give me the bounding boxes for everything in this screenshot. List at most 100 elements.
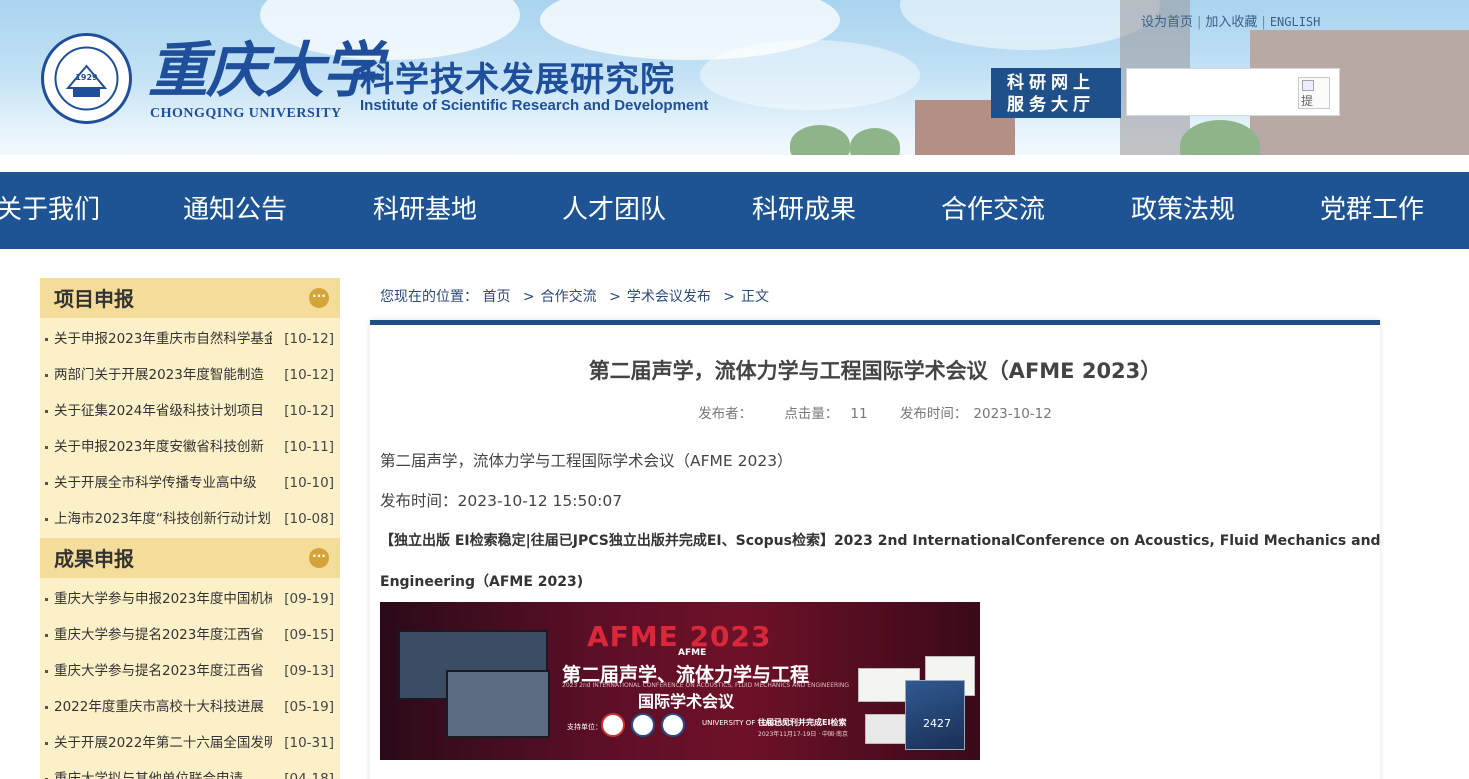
list-item-date: [10-12] <box>284 403 334 419</box>
list-item-title[interactable]: 重庆大学参与提名2023年度江西省 <box>54 617 272 653</box>
divider: | <box>1261 15 1266 30</box>
add-favorite-link[interactable]: 加入收藏 <box>1205 15 1257 30</box>
bullet-icon <box>45 518 48 521</box>
banner-ei-text: 往届已见刊并完成EI检索 <box>758 718 847 727</box>
service-hall-line2: 服务大厅 <box>1007 95 1095 115</box>
list-item[interactable]: 重庆大学参与提名2023年度江西省 [09-13] <box>40 653 340 689</box>
nav-item-cooperation[interactable]: 合作交流 <box>941 172 1045 249</box>
list-item-title[interactable]: 关于申报2023年度安徽省科技创新 <box>54 429 272 465</box>
list-item-title[interactable]: 关于征集2024年省级科技计划项目 <box>54 393 272 429</box>
list-item-date: [09-13] <box>284 663 334 679</box>
banner-title-cn-2: 国际学术会议 <box>638 692 735 711</box>
list-item-title[interactable]: 关于申报2023年重庆市自然科学基金 <box>54 321 272 357</box>
cloud-decoration <box>700 40 920 110</box>
list-item-date: [10-12] <box>284 331 334 347</box>
sponsor-logo-icon <box>601 713 625 737</box>
nav-item-talent-teams[interactable]: 人才团队 <box>562 172 666 249</box>
svg-text:1929: 1929 <box>75 73 98 82</box>
meta-time-label: 发布时间： <box>899 406 968 422</box>
list-item-title[interactable]: 重庆大学参与提名2023年度江西省 <box>54 653 272 689</box>
list-item[interactable]: 上海市2023年度“科技创新行动计划 [10-08] <box>40 501 340 537</box>
sidebar-title: 项目申报 <box>54 287 134 311</box>
breadcrumb-current[interactable]: 正文 <box>741 289 769 305</box>
list-item-date: [10-10] <box>284 475 334 491</box>
list-item[interactable]: 关于申报2023年重庆市自然科学基金 [10-12] <box>40 321 340 357</box>
research-service-hall-button[interactable]: 科研网上 服务大厅 <box>991 68 1121 118</box>
nav-item-research-results[interactable]: 科研成果 <box>752 172 856 249</box>
list-item[interactable]: 重庆大学参与提名2023年度江西省 [09-15] <box>40 617 340 653</box>
sidebar-list: 关于申报2023年重庆市自然科学基金 [10-12] 两部门关于开展2023年度智… <box>40 318 340 537</box>
list-item[interactable]: 关于申报2023年度安徽省科技创新 [10-11] <box>40 429 340 465</box>
header-bottom-strip <box>0 155 1469 172</box>
meta-publisher-label: 发布者： <box>698 406 753 422</box>
article: 第二届声学，流体力学与工程国际学术会议（AFME 2023） 发布者： 点击量：… <box>370 320 1381 779</box>
conference-banner-image: AFME 2023 AFME 第二届声学、流体力学与工程 2023 2nd IN… <box>380 602 980 760</box>
bullet-icon <box>45 598 48 601</box>
breadcrumb: 您现在的位置： 首页 > 合作交流 > 学术会议发布 > 正文 <box>380 286 769 306</box>
top-links: 设为首页 | 加入收藏 | ENGLISH <box>1141 11 1320 30</box>
list-item-title[interactable]: 上海市2023年度“科技创新行动计划 <box>54 501 272 537</box>
main-nav: 关于我们 通知公告 科研基地 人才团队 科研成果 合作交流 政策法规 党群工作 <box>0 172 1469 249</box>
list-item-date: [10-11] <box>284 439 334 455</box>
list-item[interactable]: 重庆大学参与申报2023年度中国机械 [09-19] <box>40 581 340 617</box>
article-paragraph: 【独立出版 EI检索稳定|往届已JPCS独立出版并完成EI、Scopus检索】2… <box>380 533 1381 549</box>
group-photo <box>446 670 550 738</box>
list-item[interactable]: 关于征集2024年省级科技计划项目 [10-12] <box>40 393 340 429</box>
list-item-title[interactable]: 2022年度重庆市高校十大科技进展 <box>54 689 272 725</box>
search-button[interactable]: 提 <box>1298 77 1330 109</box>
article-paragraph: 发布时间：2023-10-12 15:50:07 <box>380 492 623 510</box>
list-item[interactable]: 2022年度重庆市高校十大科技进展 [05-19] <box>40 689 340 725</box>
list-item-title[interactable]: 重庆大学拟与其他单位联合申请 <box>54 761 272 779</box>
list-item-title[interactable]: 关于开展全市科学传播专业高中级 <box>54 465 272 501</box>
set-homepage-link[interactable]: 设为首页 <box>1141 15 1193 30</box>
nav-item-notices[interactable]: 通知公告 <box>183 172 287 249</box>
list-item-title[interactable]: 关于开展2022年第二十六届全国发明 <box>54 725 272 761</box>
breadcrumb-separator: > <box>723 289 736 305</box>
list-item-date: [04-18] <box>284 771 334 779</box>
list-item-title[interactable]: 两部门关于开展2023年度智能制造 <box>54 357 272 393</box>
meta-time-value: 2023-10-12 <box>973 406 1052 422</box>
article-paragraph: Engineering（AFME 2023) <box>380 574 584 590</box>
list-item-date: [10-31] <box>284 735 334 751</box>
more-icon[interactable]: ··· <box>309 548 329 568</box>
broken-image-icon <box>1302 80 1314 91</box>
university-logo-chinese[interactable]: 重庆大学 <box>148 36 382 106</box>
sidebar-list: 重庆大学参与申报2023年度中国机械 [09-19] 重庆大学参与提名2023年度… <box>40 578 340 779</box>
university-logo-english[interactable]: CHONGQING UNIVERSITY <box>150 106 342 122</box>
search-input[interactable]: 提 <box>1126 68 1340 116</box>
list-item-title[interactable]: 重庆大学参与申报2023年度中国机械 <box>54 581 272 617</box>
journal-number: 2427 <box>923 717 951 730</box>
list-item[interactable]: 重庆大学拟与其他单位联合申请 [04-18] <box>40 761 340 779</box>
list-item-date: [05-19] <box>284 699 334 715</box>
list-item[interactable]: 关于开展全市科学传播专业高中级 [10-10] <box>40 465 340 501</box>
banner-logo-sub: AFME <box>678 648 707 658</box>
search-button-alt-text: 提 <box>1301 94 1314 108</box>
more-icon[interactable]: ··· <box>309 288 329 308</box>
list-item[interactable]: 两部门关于开展2023年度智能制造 [10-12] <box>40 357 340 393</box>
bullet-icon <box>45 374 48 377</box>
list-item[interactable]: 关于开展2022年第二十六届全国发明 [10-31] <box>40 725 340 761</box>
breadcrumb-conference-release[interactable]: 学术会议发布 <box>627 289 711 305</box>
book-stack <box>865 714 910 744</box>
bullet-icon <box>45 410 48 413</box>
list-item-date: [09-15] <box>284 627 334 643</box>
divider: | <box>1197 15 1202 30</box>
site-subtitle: Institute of Scientific Research and Dev… <box>360 97 709 114</box>
nav-item-party-work[interactable]: 党群工作 <box>1320 172 1424 249</box>
breadcrumb-home[interactable]: 首页 <box>482 289 510 305</box>
service-hall-line1: 科研网上 <box>1007 73 1095 93</box>
breadcrumb-prefix: 您现在的位置： <box>380 289 478 305</box>
breadcrumb-cooperation[interactable]: 合作交流 <box>541 289 597 305</box>
article-title: 第二届声学，流体力学与工程国际学术会议（AFME 2023） <box>588 359 1162 383</box>
english-link[interactable]: ENGLISH <box>1270 15 1321 29</box>
banner-support-label: 支持单位： <box>567 723 602 731</box>
sidebar-results-application: 成果申报 ··· 重庆大学参与申报2023年度中国机械 [09-19] 重庆大学参… <box>40 538 340 779</box>
bullet-icon <box>45 706 48 709</box>
nav-item-about[interactable]: 关于我们 <box>0 172 100 249</box>
university-emblem-icon[interactable]: 1929 <box>40 32 133 125</box>
nav-item-policies[interactable]: 政策法规 <box>1131 172 1235 249</box>
meta-clicks-value: 11 <box>850 406 868 422</box>
sidebar-header: 成果申报 ··· <box>40 538 340 578</box>
article-meta: 发布者： 点击量： 11 发布时间： 2023-10-12 <box>370 402 1380 422</box>
nav-item-research-bases[interactable]: 科研基地 <box>373 172 477 249</box>
